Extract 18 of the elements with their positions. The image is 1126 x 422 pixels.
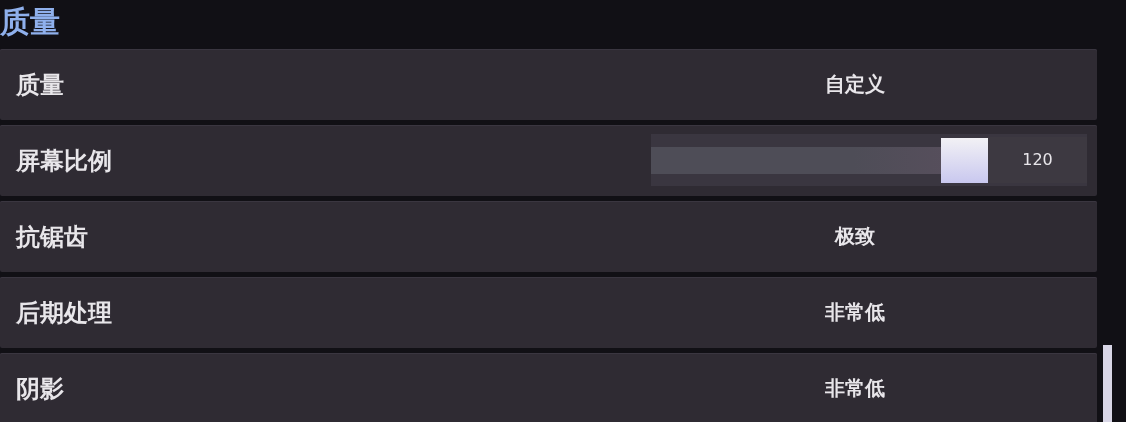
setting-row[interactable]: 抗锯齿 极致: [0, 201, 1097, 272]
setting-label: 质量: [15, 69, 64, 101]
section-title: 质量: [0, 3, 60, 41]
slider-thumb[interactable]: [941, 137, 988, 183]
setting-value: 非常低: [824, 375, 886, 402]
setting-label: 抗锯齿: [14, 221, 88, 253]
setting-row[interactable]: 阴影 非常低: [0, 353, 1097, 422]
slider[interactable]: [651, 137, 988, 183]
setting-label: 阴影: [15, 373, 64, 405]
setting-row[interactable]: 屏幕比例 120: [0, 125, 1097, 196]
scrollbar-thumb[interactable]: [1103, 345, 1112, 422]
setting-value: 非常低: [824, 299, 886, 326]
setting-value: 极致: [833, 223, 876, 250]
setting-row[interactable]: 质量 自定义: [0, 49, 1097, 120]
setting-value: 自定义: [824, 71, 886, 98]
setting-label: 后期处理: [15, 297, 112, 329]
setting-label: 屏幕比例: [15, 145, 112, 177]
setting-row[interactable]: 后期处理 非常低: [0, 277, 1097, 348]
